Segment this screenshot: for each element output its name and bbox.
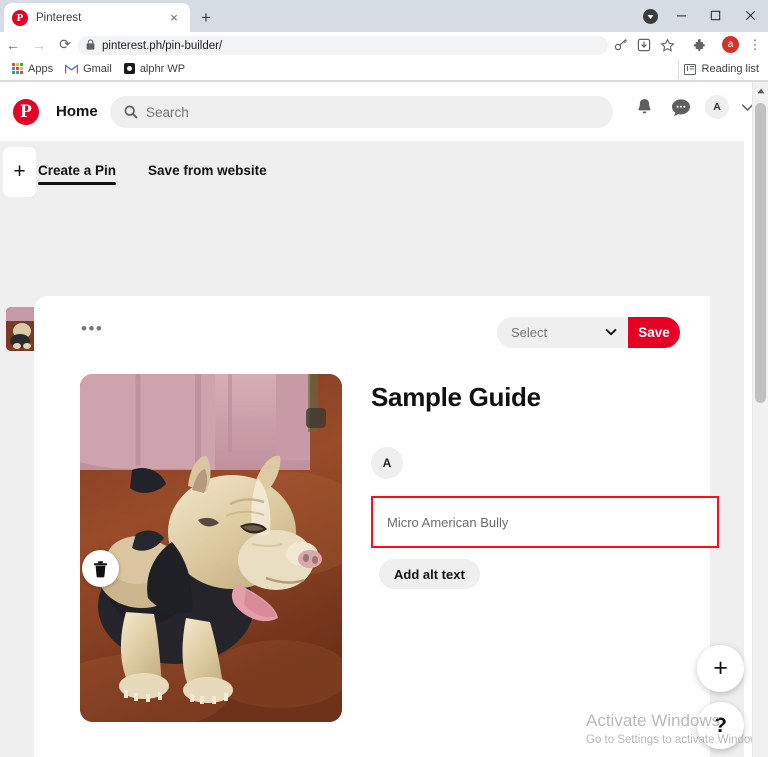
browser-tab-pinterest[interactable]: P Pinterest × [4,3,190,32]
nav-home-link[interactable]: Home [56,103,98,120]
back-icon[interactable]: ← [0,32,26,57]
board-select[interactable]: Select [497,317,627,348]
save-button[interactable]: Save [628,317,680,348]
tab-create-a-pin[interactable]: Create a Pin [38,163,117,185]
bookmark-gmail[interactable]: Gmail [59,59,118,79]
forward-icon[interactable]: → [26,32,52,57]
key-icon[interactable] [610,35,632,55]
page-scrollbar[interactable] [752,82,768,757]
bookmark-apps-label: Apps [28,62,54,75]
pin-editor-card: ••• Select Save Sample Guide A Micro Ame… [34,296,719,757]
address-bar[interactable]: pinterest.ph/pin-builder/ [78,36,608,55]
author-avatar[interactable]: A [371,447,403,479]
pinterest-header: P Home Search A [0,82,768,141]
header-actions: A [631,94,754,120]
search-input[interactable]: Search [110,96,613,128]
apps-grid-icon [12,63,23,74]
search-icon [124,105,138,119]
bookmark-star-icon[interactable] [656,35,678,55]
bookmark-apps[interactable]: Apps [6,59,59,79]
pin-image-american-bully-dog[interactable] [80,374,342,722]
bookmark-alphr-wp-label: alphr WP [139,62,186,75]
browser-tab-title: Pinterest [36,11,82,24]
messages-bubble-icon[interactable] [668,94,694,120]
pin-description-value: Micro American Bully [387,514,509,530]
bookmark-alphr-wp[interactable]: alphr WP [118,59,191,79]
browser-window: P Pinterest × + ← → ⟳ pinterest.ph/pin-b… [0,0,768,757]
url-text: pinterest.ph/pin-builder/ [102,39,223,52]
bookmarks-bar: Apps Gmail alphr WP Reading list [0,57,768,81]
pin-more-options-icon[interactable]: ••• [81,320,103,337]
help-floating-button[interactable]: ? [697,702,744,749]
window-close-button[interactable] [733,0,768,31]
search-placeholder: Search [146,104,189,120]
scrollbar-thumb[interactable] [755,103,766,403]
gmail-icon [65,63,79,74]
browser-titlebar: P Pinterest × + [0,0,768,32]
pin-builder-toolbar: + Create a Pin Save from website [0,141,744,203]
trash-icon [94,560,107,577]
scrollbar-up-arrow-icon[interactable] [753,82,768,99]
reading-list-label: Reading list [701,63,759,75]
browser-profile-avatar[interactable]: a [722,36,739,53]
delete-image-button[interactable] [82,550,119,587]
create-floating-button[interactable]: + [697,645,744,692]
pinterest-logo-icon[interactable]: P [13,98,39,125]
reading-list-button[interactable]: Reading list [677,59,764,79]
user-avatar[interactable]: A [705,95,729,119]
web-page-viewport: P Home Search A + Create a Pin Save from… [0,82,768,757]
new-tab-button[interactable]: + [193,6,219,30]
pin-builder-tabs: Create a Pin Save from website [38,141,299,203]
reading-list-icon [683,63,696,75]
bookmark-gmail-label: Gmail [83,62,112,75]
close-icon[interactable]: × [166,10,182,26]
minimize-button[interactable] [664,0,699,31]
omnibox-action-icons [610,35,710,55]
maximize-button[interactable] [699,0,734,31]
pinterest-favicon: P [12,9,28,26]
notifications-bell-icon[interactable] [631,94,657,120]
pin-builder-surface: ••• Select Save Sample Guide A Micro Ame… [34,203,744,757]
pin-detail-column: Sample Guide A Micro American Bully Add … [371,382,719,589]
add-alt-text-button[interactable]: Add alt text [379,559,480,589]
chrome-menu-kebab-icon[interactable]: ⋮ [746,35,764,54]
board-select-value: Select [511,325,548,340]
pin-description-input[interactable]: Micro American Bully [371,496,719,548]
lock-icon [86,39,95,52]
window-controls [664,0,768,31]
browser-navbar: ← → ⟳ pinterest.ph/pin-builder/ a ⋮ [0,32,768,57]
reload-icon[interactable]: ⟳ [52,32,78,57]
install-app-icon[interactable] [633,35,655,55]
add-pin-button[interactable]: + [3,147,36,197]
page-title: Sample Guide [371,382,541,412]
wordpress-icon [123,63,135,74]
chevron-down-icon [605,327,617,339]
download-indicator-icon[interactable] [643,9,658,24]
tab-save-from-website[interactable]: Save from website [148,163,267,182]
extensions-puzzle-icon[interactable] [688,35,710,55]
